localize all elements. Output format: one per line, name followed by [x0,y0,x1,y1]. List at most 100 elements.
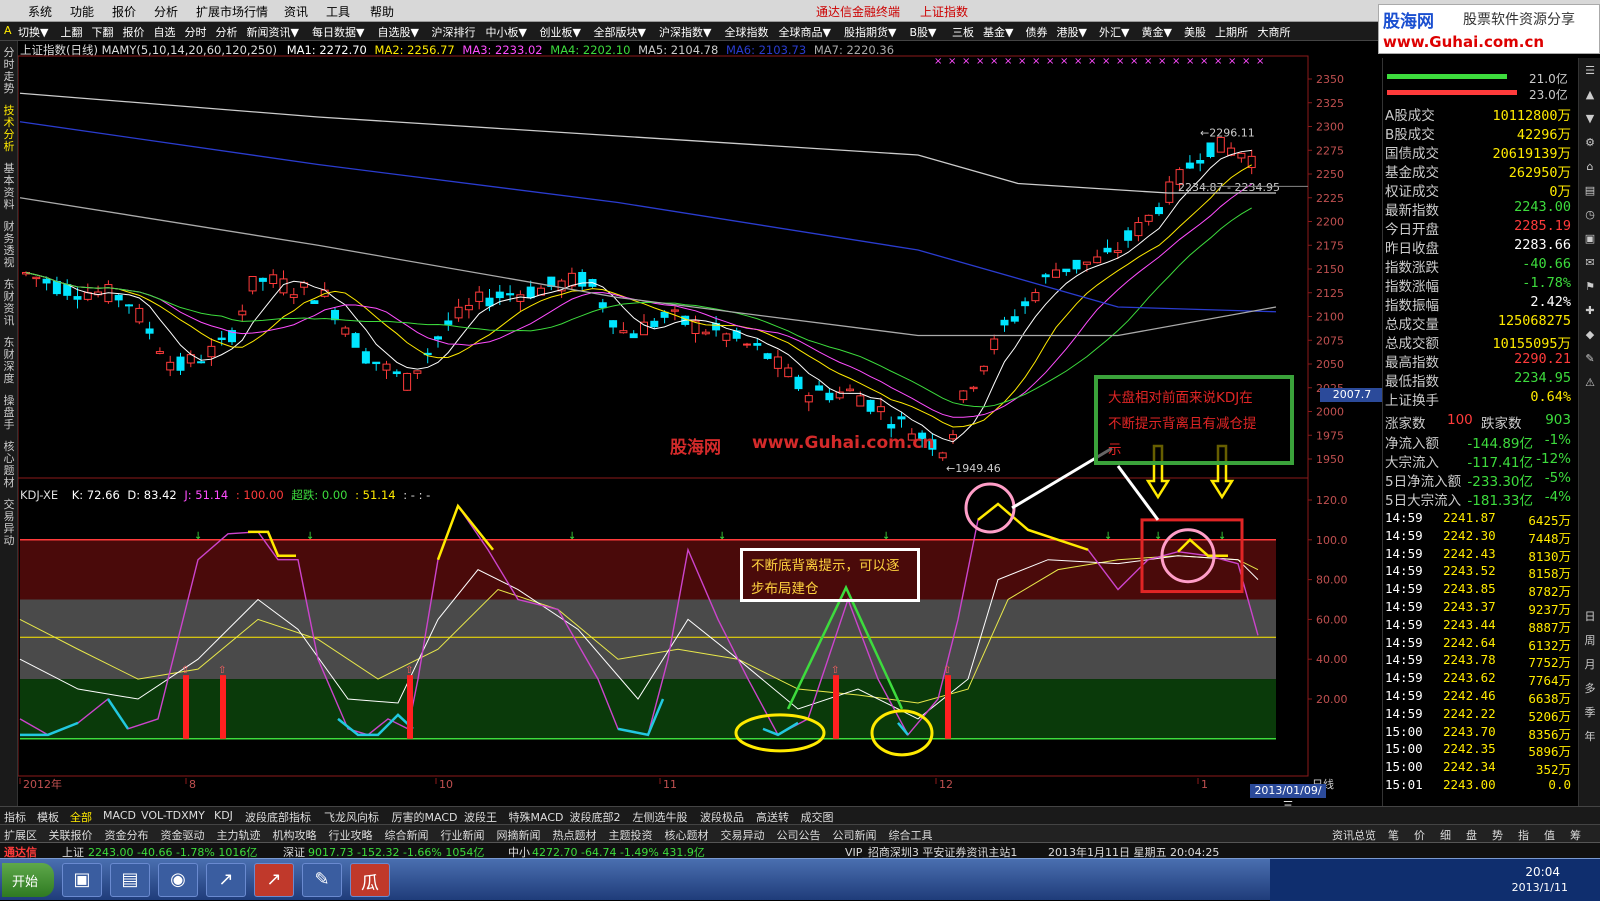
toolbar-item[interactable]: 全球商品▼ [779,24,831,40]
side-tool-icon[interactable]: ▼ [1582,112,1598,125]
stock-app-active-icon[interactable]: ↗ [254,863,294,897]
side-tool-icon[interactable]: ☰ [1582,64,1598,77]
bottom-tab[interactable]: 资金分布 [105,827,149,843]
toolbar-item[interactable]: 三板 [952,24,974,40]
side-tool-icon[interactable]: ⚙ [1582,136,1598,149]
period-button[interactable]: 季 [1582,704,1598,720]
toolbar-item[interactable]: 上翻 [61,24,83,40]
period-button[interactable]: 多 [1582,680,1598,696]
desktop-icon[interactable]: ▣ [62,863,102,897]
toolbar-item[interactable]: 外汇▼ [1099,24,1129,40]
left-tab[interactable]: 操盘手 [2,395,16,431]
bottom-tab[interactable]: 热点题材 [553,827,597,843]
toolbar-item[interactable]: 新闻资讯▼ [247,24,299,40]
bottom-tab[interactable]: MACD [103,809,136,822]
bottom-tab[interactable]: 综合工具 [889,827,933,843]
panel-tab[interactable]: 细 [1440,827,1451,843]
bottom-tab[interactable]: 主力轨迹 [217,827,261,843]
bottom-tab[interactable]: 飞龙风向标 [324,809,379,825]
left-tab[interactable]: 基本资料 [2,163,16,211]
panel-tab[interactable]: 笔 [1388,827,1399,843]
panel-tab[interactable]: 势 [1492,827,1503,843]
panel-tab[interactable]: 指 [1518,827,1529,843]
bottom-tab[interactable]: 波段底部指标 [245,809,311,825]
toolbar-item[interactable]: 自选股▼ [378,24,419,40]
toolbar-item[interactable]: 债券 [1026,24,1048,40]
side-tool-icon[interactable]: ▲ [1582,88,1598,101]
bottom-tab[interactable]: 公司公告 [777,827,821,843]
left-tab[interactable]: 核心题材 [2,441,16,489]
toolbar-item[interactable]: 美股 [1184,24,1206,40]
period-button[interactable]: 周 [1582,632,1598,648]
bottom-tab[interactable]: 波段极品 [700,809,744,825]
toolbar-item[interactable]: 全球指数 [725,24,769,40]
menu-item-ext-market[interactable]: 扩展市场行情 [196,3,268,20]
melon-app-icon[interactable]: 瓜 [350,863,390,897]
toolbar-item[interactable]: 基金▼ [983,24,1013,40]
menu-item-analysis[interactable]: 分析 [154,3,178,20]
panel-tab[interactable]: 值 [1544,827,1555,843]
side-tool-icon[interactable]: ⚑ [1582,280,1598,293]
toolbar-item[interactable]: 每日数据▼ [312,24,364,40]
bottom-tab[interactable]: 核心题材 [665,827,709,843]
bottom-tab[interactable]: 网摘新闻 [497,827,541,843]
bottom-tab[interactable]: 关联报价 [49,827,93,843]
side-tool-icon[interactable]: ▣ [1582,232,1598,245]
bottom-tab[interactable]: 成交图 [801,809,834,825]
toolbar-item[interactable]: 全部版块▼ [594,24,646,40]
folder-icon[interactable]: ▤ [110,863,150,897]
bottom-tab[interactable]: VOL-TDXMY [141,809,205,822]
bottom-tab[interactable]: 行业新闻 [441,827,485,843]
menu-item-quote[interactable]: 报价 [112,3,136,20]
side-tool-icon[interactable]: ◆ [1582,328,1598,341]
bottom-tab[interactable]: 公司新闻 [833,827,877,843]
toolbar-item[interactable]: 自选 [154,24,176,40]
toolbar-item[interactable]: 中小板▼ [486,24,527,40]
bottom-tab[interactable]: 厉害的MACD [392,809,458,825]
side-tool-icon[interactable]: ⌂ [1582,160,1598,173]
bottom-tab[interactable]: 波段王 [464,809,497,825]
toolbar-item[interactable]: 切换▼ [18,24,48,40]
start-button[interactable]: 开始 [2,863,54,897]
toolbar-item[interactable]: 港股▼ [1057,24,1087,40]
panel-tab[interactable]: 盘 [1466,827,1477,843]
bottom-tab[interactable]: 机构攻略 [273,827,317,843]
bottom-tab[interactable]: 左侧选牛股 [633,809,688,825]
toolbar-item[interactable]: 创业板▼ [540,24,581,40]
bottom-tab[interactable]: 行业攻略 [329,827,373,843]
toolbar-item[interactable]: 分时 [185,24,207,40]
menu-item-function[interactable]: 功能 [70,3,94,20]
stock-app-icon[interactable]: ↗ [206,863,246,897]
bottom-tab[interactable]: 高送转 [756,809,789,825]
toolbar-item[interactable]: 沪深指数▼ [659,24,711,40]
toolbar-item[interactable]: 黄金▼ [1142,24,1172,40]
bottom-tab[interactable]: 综合新闻 [385,827,429,843]
left-tab[interactable]: 财务透视 [2,221,16,269]
toolbar-item[interactable]: 大商所 [1258,24,1291,40]
panel-tab[interactable]: 筹 [1570,827,1581,843]
panel-tab[interactable]: 价 [1414,827,1425,843]
bottom-tab[interactable]: 全部 [70,809,92,825]
menu-item-tools[interactable]: 工具 [326,3,350,20]
bottom-tab[interactable]: 交易异动 [721,827,765,843]
bottom-tab[interactable]: 主题投资 [609,827,653,843]
menu-item-info[interactable]: 资讯 [284,3,308,20]
bottom-tab[interactable]: 资金驱动 [161,827,205,843]
bottom-tab[interactable]: KDJ [214,809,233,822]
side-tool-icon[interactable]: ⚠ [1582,376,1598,389]
browser-icon[interactable]: ◉ [158,863,198,897]
toolbar-item[interactable]: 沪深排行 [432,24,476,40]
side-tool-icon[interactable]: ✎ [1582,352,1598,365]
toolbar-item[interactable]: 下翻 [92,24,114,40]
left-tab[interactable]: 分时走势 [2,47,16,95]
paint-icon[interactable]: ✎ [302,863,342,897]
side-tool-icon[interactable]: ✚ [1582,304,1598,317]
toolbar-item[interactable]: 股指期货▼ [844,24,896,40]
bottom-tab[interactable]: 特殊MACD [509,809,564,825]
menu-item-system[interactable]: 系统 [28,3,52,20]
left-tab[interactable]: 东财深度 [2,337,16,385]
left-tab[interactable]: 技术分析 [2,105,16,153]
toolbar-a-icon[interactable]: A [4,24,12,37]
menu-item-help[interactable]: 帮助 [370,3,394,20]
period-button[interactable]: 日 [1582,608,1598,624]
